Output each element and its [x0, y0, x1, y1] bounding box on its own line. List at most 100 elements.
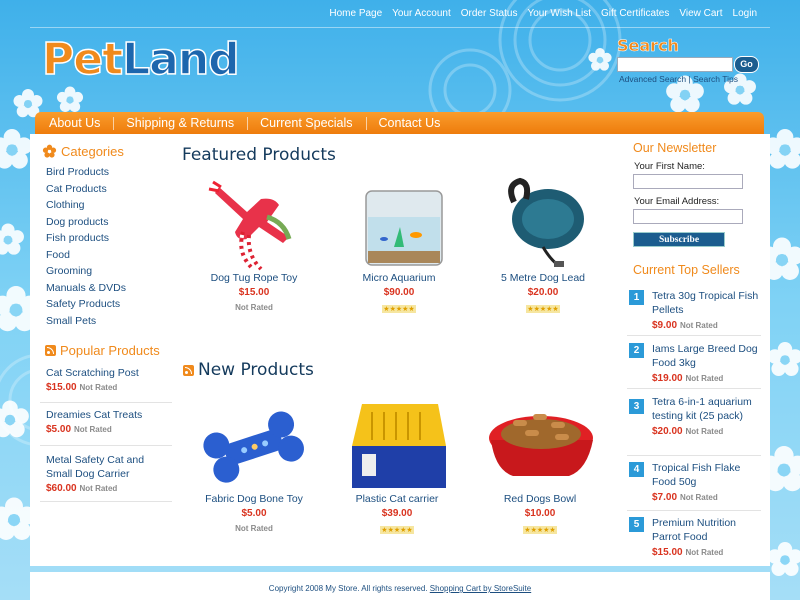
nav-contact-us[interactable]: Contact Us [367, 116, 454, 130]
top-link-home[interactable]: Home Page [324, 8, 387, 19]
footer-storesuite-link[interactable]: Shopping Cart by StoreSuite [430, 584, 531, 593]
product-image-cat-carrier[interactable] [342, 398, 452, 493]
star-rating-icon: ★★★★★ [380, 526, 414, 534]
product-card: Fabric Dog Bone Toy $5.00 Not Rated [194, 398, 314, 533]
top-seller-price: $19.00 [652, 373, 683, 384]
top-seller-name[interactable]: Premium Nutrition Parrot Food [652, 517, 762, 544]
top-link-account[interactable]: Your Account [387, 8, 456, 19]
category-grooming[interactable]: Grooming [46, 263, 126, 280]
nav-shipping-returns[interactable]: Shipping & Returns [114, 116, 247, 130]
rating-text: Not Rated [79, 383, 118, 392]
product-name[interactable]: Micro Aquarium [339, 272, 459, 284]
rating-text: Not Rated [679, 493, 718, 502]
product-price: $20.00 [527, 287, 559, 298]
list-item: Metal Safety Cat and Small Dog Carrier $… [46, 453, 170, 496]
product-name[interactable]: 5 Metre Dog Lead [483, 272, 603, 284]
rank-badge: 5 [629, 517, 644, 532]
flower-icon [42, 144, 57, 158]
search-input[interactable] [617, 57, 733, 72]
first-name-input[interactable] [633, 174, 743, 189]
category-manuals-dvds[interactable]: Manuals & DVDs [46, 280, 126, 297]
top-sellers-title: Current Top Sellers [633, 263, 740, 277]
category-food[interactable]: Food [46, 247, 126, 264]
product-card: Micro Aquarium $90.00 ★★★★★ [339, 177, 459, 316]
new-products-heading: New Products [183, 360, 314, 380]
rss-icon[interactable] [45, 345, 56, 356]
subscribe-button[interactable]: Subscribe [633, 232, 725, 247]
rss-icon[interactable] [183, 364, 194, 376]
rating-text: Not Rated [685, 548, 724, 557]
product-image-dog-bowl[interactable] [485, 398, 595, 493]
list-item: Dreamies Cat Treats $5.00 Not Rated [46, 408, 170, 437]
popular-product-price: $60.00 [46, 483, 77, 494]
product-name[interactable]: Fabric Dog Bone Toy [194, 493, 314, 505]
popular-product-name[interactable]: Metal Safety Cat and Small Dog Carrier [46, 453, 170, 481]
logo-text-pet: Pet [41, 34, 124, 85]
nav-about-us[interactable]: About Us [41, 116, 113, 130]
category-bird-products[interactable]: Bird Products [46, 164, 126, 181]
top-links: Home Page Your Account Order Status Your… [324, 8, 762, 19]
top-seller-price: $9.00 [652, 320, 678, 331]
divider [40, 402, 172, 403]
category-fish-products[interactable]: Fish products [46, 230, 126, 247]
popular-product-price: $5.00 [46, 424, 72, 435]
popular-product-name[interactable]: Cat Scratching Post [46, 366, 170, 380]
popular-products-heading: Popular Products [45, 343, 160, 358]
top-link-wish-list[interactable]: Your Wish List [522, 8, 596, 19]
divider [627, 335, 761, 336]
search-title: Search [617, 36, 679, 56]
new-products-title: New Products [198, 360, 314, 380]
top-seller-price: $20.00 [652, 426, 683, 437]
category-small-pets[interactable]: Small Pets [46, 313, 126, 330]
popular-product-name[interactable]: Dreamies Cat Treats [46, 408, 170, 422]
product-price: $39.00 [381, 508, 413, 519]
search-go-button[interactable]: Go [734, 56, 759, 73]
site-logo[interactable]: PetLand [41, 34, 240, 85]
product-card: Red Dogs Bowl $10.00 ★★★★★ [480, 398, 600, 537]
star-rating-icon: ★★★★★ [523, 526, 557, 534]
footer: Copyright 2008 My Store. All rights rese… [30, 572, 770, 600]
divider [40, 501, 172, 502]
product-name[interactable]: Red Dogs Bowl [480, 493, 600, 505]
category-cat-products[interactable]: Cat Products [46, 181, 126, 198]
first-name-label: Your First Name: [634, 161, 705, 172]
divider [627, 510, 761, 511]
email-input[interactable] [633, 209, 743, 224]
product-price: $10.00 [524, 508, 556, 519]
popular-products-title: Popular Products [60, 343, 160, 358]
product-name[interactable]: Plastic Cat carrier [337, 493, 457, 505]
logo-text-land: Land [121, 34, 240, 85]
top-link-gift-certificates[interactable]: Gift Certificates [596, 8, 674, 19]
search-tips-link[interactable]: Search Tips [693, 74, 738, 84]
category-list: Bird Products Cat Products Clothing Dog … [46, 164, 126, 329]
email-label: Your Email Address: [634, 196, 720, 207]
search-links-separator: | [688, 74, 691, 84]
top-link-view-cart[interactable]: View Cart [674, 8, 727, 19]
product-card: Dog Tug Rope Toy $15.00 Not Rated [194, 177, 314, 312]
product-price: $15.00 [238, 287, 270, 298]
top-seller-name[interactable]: Iams Large Breed Dog Food 3kg [652, 343, 762, 370]
top-link-order-status[interactable]: Order Status [456, 8, 523, 19]
product-image-rope-toy[interactable] [199, 177, 309, 272]
footer-copyright: Copyright 2008 My Store. All rights rese… [268, 584, 428, 593]
product-image-bone-toy[interactable] [199, 398, 309, 493]
rating-text: Not Rated [73, 425, 112, 434]
divider [627, 455, 761, 456]
category-safety-products[interactable]: Safety Products [46, 296, 126, 313]
nav-current-specials[interactable]: Current Specials [248, 116, 365, 130]
category-dog-products[interactable]: Dog products [46, 214, 126, 231]
top-seller-name[interactable]: Tetra 30g Tropical Fish Pellets [652, 290, 762, 317]
product-image-aquarium[interactable] [344, 177, 454, 272]
category-clothing[interactable]: Clothing [46, 197, 126, 214]
rating-text: Not Rated [235, 303, 273, 312]
rating-text: Not Rated [679, 321, 718, 330]
product-image-dog-lead[interactable] [488, 177, 598, 272]
top-seller-name[interactable]: Tropical Fish Flake Food 50g [652, 462, 762, 489]
top-seller-name[interactable]: Tetra 6-in-1 aquarium testing kit (25 pa… [652, 396, 762, 423]
newsletter-title: Our Newsletter [633, 141, 717, 155]
product-name[interactable]: Dog Tug Rope Toy [194, 272, 314, 284]
top-link-login[interactable]: Login [728, 8, 762, 19]
top-seller-price: $7.00 [652, 492, 678, 503]
advanced-search-link[interactable]: Advanced Search [619, 74, 686, 84]
page: Home Page Your Account Order Status Your… [0, 0, 800, 600]
